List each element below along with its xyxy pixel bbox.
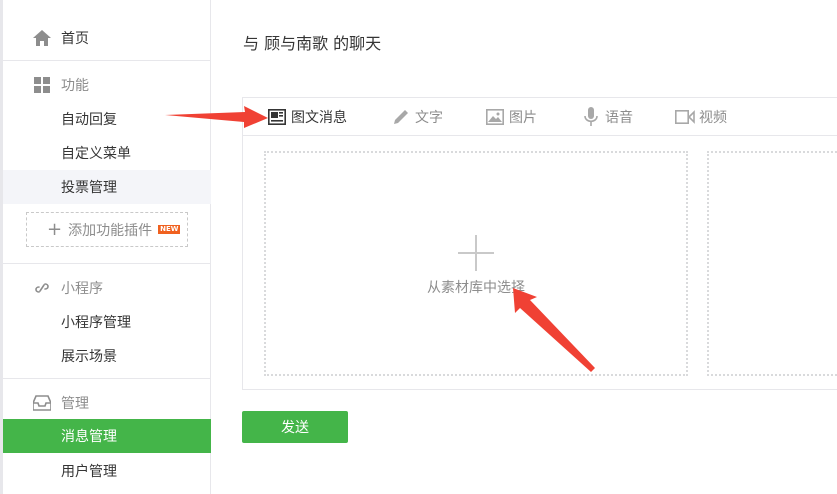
news-icon bbox=[267, 107, 287, 127]
video-icon bbox=[675, 107, 695, 127]
add-plugin-label: 添加功能插件 bbox=[68, 222, 153, 239]
select-from-library-box[interactable]: 从素材库中选择 bbox=[264, 151, 688, 376]
inbox-icon bbox=[33, 394, 51, 412]
section-label: 小程序 bbox=[61, 281, 103, 297]
tab-label: 语音 bbox=[605, 110, 633, 126]
sidebar-item-message-manage[interactable]: 消息管理 bbox=[3, 419, 211, 453]
sidebar-item-miniprogram-manage[interactable]: 小程序管理 bbox=[3, 305, 211, 339]
tab-voice[interactable]: 语音 bbox=[581, 98, 633, 136]
section-label: 管理 bbox=[61, 396, 89, 412]
microphone-icon bbox=[581, 107, 601, 127]
sidebar-item-label: 首页 bbox=[61, 31, 89, 47]
divider bbox=[3, 60, 211, 61]
sidebar-item-display-scene[interactable]: 展示场景 bbox=[3, 339, 211, 373]
sidebar-item-vote-manage[interactable]: 投票管理 bbox=[3, 170, 211, 204]
sidebar-item-home[interactable]: 首页 bbox=[3, 21, 211, 55]
sidebar: 首页 功能 自动回复 自定义菜单 投票管理 + 添加功能插件 NEW 小程序 小… bbox=[0, 0, 211, 494]
select-from-library-label: 从素材库中选择 bbox=[427, 280, 525, 296]
tab-label: 图片 bbox=[509, 110, 537, 126]
new-badge: NEW bbox=[158, 225, 181, 234]
send-button[interactable]: 发送 bbox=[242, 411, 348, 443]
tab-text[interactable]: 文字 bbox=[391, 98, 443, 136]
page-title: 与 顾与南歌 的聊天 bbox=[243, 34, 382, 53]
message-editor: 图文消息 文字 图片 语音 视频 从素材库中选择 bbox=[242, 97, 837, 390]
section-manage: 管理 bbox=[3, 386, 211, 420]
section-label: 功能 bbox=[61, 78, 89, 94]
divider bbox=[3, 378, 211, 379]
tab-label: 文字 bbox=[415, 110, 443, 126]
pencil-icon bbox=[391, 107, 411, 127]
tab-label: 视频 bbox=[699, 110, 727, 126]
grid-icon bbox=[33, 76, 51, 94]
tab-image[interactable]: 图片 bbox=[485, 98, 537, 136]
message-type-tabs: 图文消息 文字 图片 语音 视频 bbox=[243, 98, 837, 136]
add-plugin-button[interactable]: + 添加功能插件 NEW bbox=[26, 212, 188, 247]
plus-icon: + bbox=[47, 218, 63, 240]
home-icon bbox=[33, 29, 51, 47]
divider bbox=[3, 263, 211, 264]
section-miniprogram: 小程序 bbox=[3, 271, 211, 305]
sidebar-item-user-manage[interactable]: 用户管理 bbox=[3, 454, 211, 488]
tab-news[interactable]: 图文消息 bbox=[267, 98, 347, 136]
sidebar-item-custom-menu[interactable]: 自定义菜单 bbox=[3, 136, 211, 170]
plus-icon bbox=[458, 235, 494, 271]
link-icon bbox=[33, 279, 51, 297]
tab-video[interactable]: 视频 bbox=[675, 98, 727, 136]
tab-label: 图文消息 bbox=[291, 110, 347, 126]
image-icon bbox=[485, 107, 505, 127]
create-new-box[interactable] bbox=[707, 151, 837, 376]
section-functions: 功能 bbox=[3, 68, 211, 102]
sidebar-item-auto-reply[interactable]: 自动回复 bbox=[3, 102, 211, 136]
